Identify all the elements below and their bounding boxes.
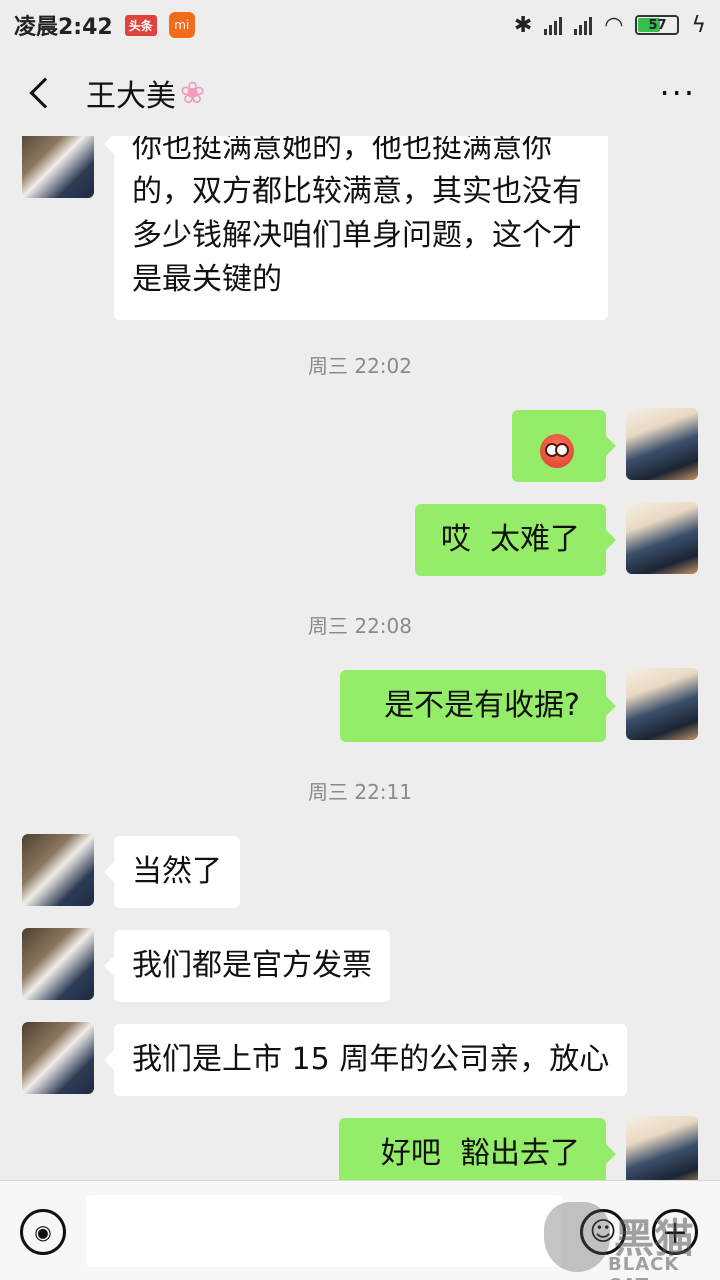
user-avatar[interactable] bbox=[626, 1116, 698, 1180]
wifi-icon: ◠ bbox=[604, 12, 624, 38]
user-avatar[interactable] bbox=[626, 668, 698, 740]
chat-header: 王大美 ❀ ··· bbox=[0, 50, 720, 136]
incoming-message[interactable]: 我们是上市 15 周年的公司亲，放心 bbox=[103, 1024, 628, 1096]
voice-input-icon[interactable]: ◉ bbox=[20, 1209, 66, 1255]
incoming-message[interactable]: 当然了 bbox=[104, 836, 240, 908]
more-options-icon[interactable]: ··· bbox=[659, 77, 696, 109]
contact-avatar[interactable] bbox=[22, 834, 94, 906]
charging-icon: ϟ bbox=[691, 12, 706, 38]
timestamp: 周三 22:08 bbox=[308, 614, 412, 638]
mi-app-icon: mi bbox=[168, 12, 195, 38]
chat-title: 王大美 bbox=[86, 79, 176, 114]
timestamp: 周三 22:11 bbox=[308, 780, 412, 804]
signal-icon-2 bbox=[574, 15, 593, 35]
battery-level: 57 bbox=[648, 17, 667, 33]
outgoing-message[interactable] bbox=[512, 410, 616, 482]
status-time: 凌晨2:42 bbox=[14, 15, 113, 40]
contact-avatar[interactable] bbox=[22, 1022, 94, 1094]
status-bar: 凌晨2:42 头条 mi ✱ ◠ 57 ϟ bbox=[0, 0, 720, 50]
emoji-picker-icon[interactable]: ☺ bbox=[580, 1209, 626, 1255]
back-arrow-icon[interactable] bbox=[29, 77, 61, 109]
timestamp: 周三 22:02 bbox=[308, 354, 412, 378]
user-avatar[interactable] bbox=[626, 408, 698, 480]
message-input[interactable] bbox=[86, 1195, 562, 1267]
message-list[interactable]: 你也挺满意她的，他也挺满意你的，双方都比较满意，其实也没有多少钱解决咱们单身问题… bbox=[0, 136, 720, 1180]
signal-icon bbox=[544, 15, 563, 35]
toutiao-badge-icon: 头条 bbox=[124, 14, 157, 36]
bluetooth-icon: ✱ bbox=[513, 12, 533, 38]
outgoing-message[interactable]: 哎 太难了 bbox=[414, 504, 617, 576]
user-avatar[interactable] bbox=[626, 502, 698, 574]
outgoing-message[interactable]: 好吧 豁出去了 bbox=[338, 1118, 617, 1180]
flushed-face-icon bbox=[540, 433, 574, 468]
more-actions-plus-icon[interactable]: + bbox=[652, 1209, 698, 1255]
battery-icon: 57 bbox=[635, 15, 680, 35]
incoming-message[interactable]: 我们都是官方发票 bbox=[104, 930, 390, 1002]
input-bar: ◉ ☺ + bbox=[0, 1180, 720, 1280]
cherry-blossom-icon: ❀ bbox=[180, 75, 206, 111]
contact-avatar[interactable] bbox=[22, 928, 94, 1000]
contact-avatar[interactable] bbox=[22, 136, 94, 198]
outgoing-message[interactable]: 是不是有收据? bbox=[340, 670, 616, 742]
incoming-message[interactable]: 你也挺满意她的，他也挺满意你的，双方都比较满意，其实也没有多少钱解决咱们单身问题… bbox=[104, 136, 608, 320]
